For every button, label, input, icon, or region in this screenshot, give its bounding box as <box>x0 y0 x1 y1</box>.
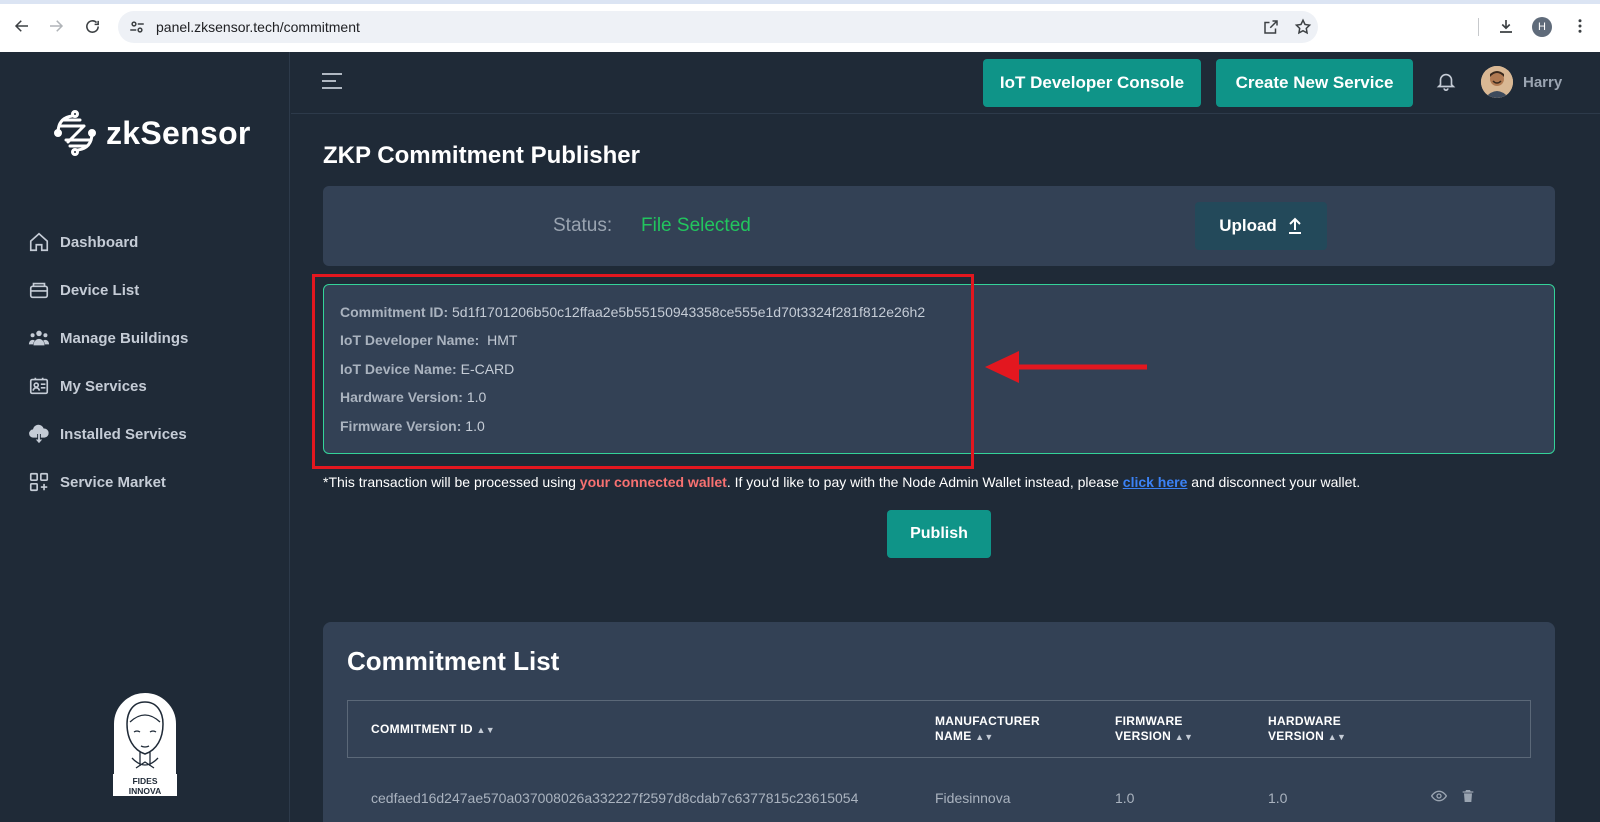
open-external-icon[interactable] <box>1262 18 1280 36</box>
toolbar-separator <box>1478 18 1479 36</box>
sidebar-item-label: Service Market <box>60 473 166 491</box>
browser-chrome: panel.zksensor.tech/commitment H <box>0 0 1600 52</box>
sidebar: zkSensor Dashboard Device List Manage Bu… <box>0 52 290 822</box>
tab-strip <box>0 0 1600 4</box>
note-prefix: *This transaction will be processed usin… <box>323 474 580 490</box>
publish-button[interactable]: Publish <box>887 510 991 558</box>
column-header-manufacturer[interactable]: MANUFACTURER NAME ▲▼ <box>935 714 1040 745</box>
device-icon <box>29 282 49 299</box>
sidebar-item-dashboard[interactable]: Dashboard <box>28 218 188 266</box>
user-name[interactable]: Harry <box>1523 74 1562 91</box>
sidebar-item-my-services[interactable]: My Services <box>28 362 188 410</box>
annotation-highlight-box <box>312 274 974 469</box>
note-suffix: and disconnect your wallet. <box>1187 474 1361 490</box>
upload-icon <box>1288 217 1301 234</box>
column-label: VERSION <box>1115 729 1172 743</box>
status-card: Status: File Selected Upload <box>323 186 1555 266</box>
page-title: ZKP Commitment Publisher <box>323 142 640 169</box>
download-icon[interactable] <box>1494 14 1518 38</box>
app: zkSensor Dashboard Device List Manage Bu… <box>0 52 1600 822</box>
sidebar-item-manage-buildings[interactable]: Manage Buildings <box>28 314 188 362</box>
sort-icon: ▲▼ <box>476 725 495 735</box>
sidebar-item-label: Dashboard <box>60 233 139 251</box>
upload-label: Upload <box>1219 216 1277 235</box>
column-header-firmware[interactable]: FIRMWARE VERSION ▲▼ <box>1115 714 1193 745</box>
commitment-list-card: Commitment List COMMITMENT ID ▲▼ MANUFAC… <box>323 622 1555 822</box>
url-text[interactable]: panel.zksensor.tech/commitment <box>156 19 360 35</box>
user-avatar-icon <box>1481 66 1513 98</box>
back-icon[interactable] <box>10 14 34 38</box>
sidebar-item-label: My Services <box>60 377 147 395</box>
site-info-icon[interactable] <box>128 18 146 36</box>
people-icon <box>28 330 50 346</box>
profile-avatar[interactable]: H <box>1532 17 1552 37</box>
note-highlight: your connected wallet <box>579 474 727 490</box>
row-commitment-id: cedfaed16d247ae570a037008026a332227f2597… <box>371 790 859 806</box>
sort-icon: ▲▼ <box>1174 732 1194 742</box>
row-hardware: 1.0 <box>1268 790 1288 806</box>
svg-text:FIDES: FIDES <box>132 776 157 786</box>
column-header-commitment-id[interactable]: COMMITMENT ID ▲▼ <box>371 722 495 738</box>
table-header: COMMITMENT ID ▲▼ MANUFACTURER NAME ▲▼ FI… <box>347 700 1531 758</box>
sidebar-item-device-list[interactable]: Device List <box>28 266 188 314</box>
fides-innova-logo: FIDES INNOVA <box>112 691 178 797</box>
reload-icon[interactable] <box>80 14 104 38</box>
column-label: FIRMWARE <box>1115 714 1183 728</box>
status-label: Status: <box>553 215 613 236</box>
note-middle: . If you'd like to pay with the Node Adm… <box>726 474 1123 490</box>
grid-plus-icon <box>29 472 49 492</box>
column-label: VERSION <box>1268 729 1325 743</box>
column-label: HARDWARE <box>1268 714 1342 728</box>
svg-text:INNOVA: INNOVA <box>129 786 161 796</box>
commitment-list-title: Commitment List <box>347 646 560 676</box>
menu-toggle-icon[interactable] <box>321 72 343 90</box>
avatar[interactable] <box>1481 66 1513 98</box>
column-label: MANUFACTURER <box>935 714 1040 728</box>
id-card-icon <box>29 377 49 395</box>
sidebar-menu: Dashboard Device List Manage Buildings M… <box>28 218 188 506</box>
zksensor-logo-icon <box>54 110 96 156</box>
column-label: COMMITMENT ID <box>371 722 473 736</box>
main-content: ZKP Commitment Publisher Status: File Se… <box>291 114 1600 822</box>
delete-trash-icon[interactable] <box>1460 788 1476 804</box>
bookmark-star-icon[interactable] <box>1294 18 1312 36</box>
row-manufacturer: Fidesinnova <box>935 790 1011 806</box>
upload-button[interactable]: Upload <box>1195 202 1327 250</box>
brand-logo[interactable]: zkSensor <box>50 108 251 158</box>
top-bar: IoT Developer Console Create New Service… <box>291 52 1600 114</box>
row-firmware: 1.0 <box>1115 790 1135 806</box>
annotation-arrow-icon <box>985 351 1147 383</box>
forward-icon[interactable] <box>44 14 68 38</box>
iot-developer-console-button[interactable]: IoT Developer Console <box>983 59 1201 107</box>
cloud-download-icon <box>29 424 49 444</box>
brand-name: zkSensor <box>106 114 251 151</box>
create-new-service-button[interactable]: Create New Service <box>1216 59 1413 107</box>
click-here-link[interactable]: click here <box>1123 474 1188 490</box>
bell-icon[interactable] <box>1435 70 1457 92</box>
address-bar[interactable]: panel.zksensor.tech/commitment <box>118 11 1318 43</box>
kebab-menu-icon[interactable] <box>1568 14 1592 38</box>
column-label: NAME <box>935 729 972 743</box>
home-icon <box>29 232 49 252</box>
wallet-note: *This transaction will be processed usin… <box>323 474 1360 490</box>
column-header-hardware[interactable]: HARDWARE VERSION ▲▼ <box>1268 714 1346 745</box>
sidebar-item-installed-services[interactable]: Installed Services <box>28 410 188 458</box>
sidebar-item-label: Device List <box>60 281 140 299</box>
status-value: File Selected <box>641 215 751 236</box>
sidebar-item-label: Manage Buildings <box>60 329 189 347</box>
sort-icon: ▲▼ <box>975 732 994 742</box>
sidebar-item-label: Installed Services <box>60 425 187 443</box>
view-eye-icon[interactable] <box>1431 788 1447 804</box>
sidebar-item-service-market[interactable]: Service Market <box>28 458 188 506</box>
sort-icon: ▲▼ <box>1327 732 1347 742</box>
